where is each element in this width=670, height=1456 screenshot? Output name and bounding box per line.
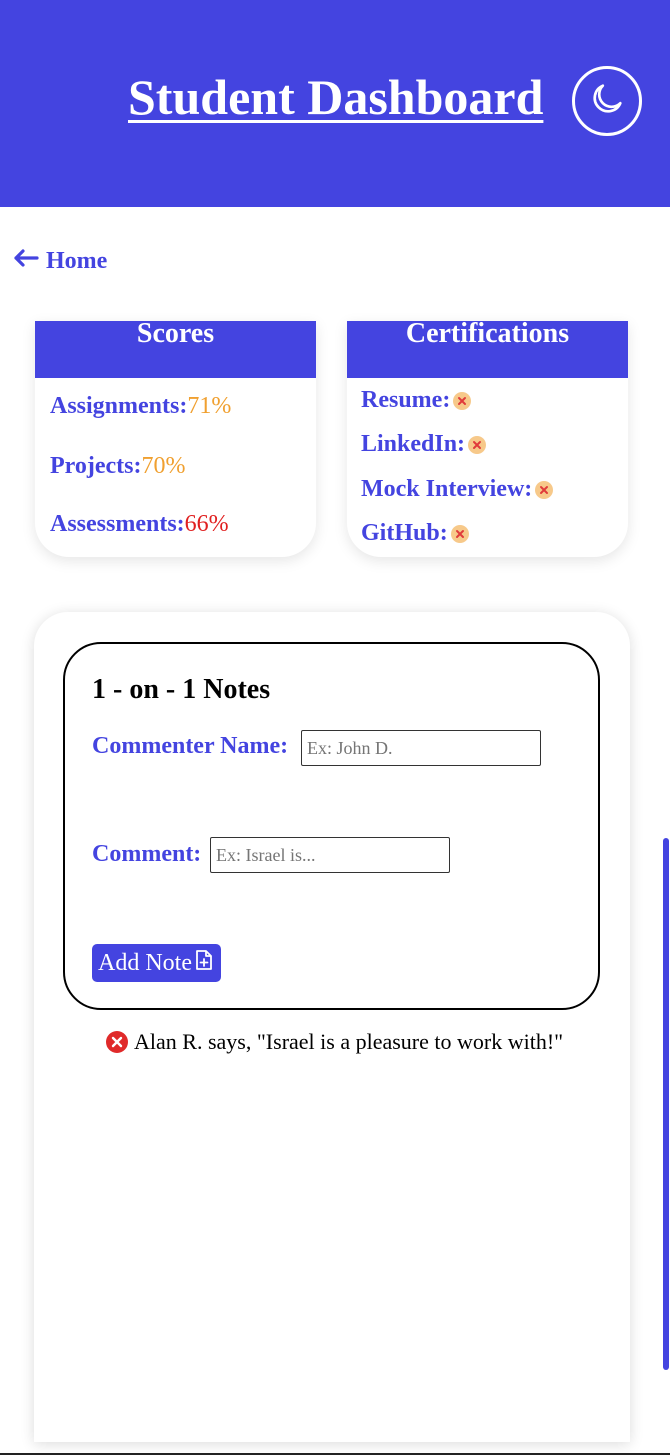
scores-card: Scores Assignments: 71% Projects: 70% As… (35, 321, 316, 557)
commenter-name-label: Commenter Name: (92, 733, 289, 759)
comment-label: Comment: (92, 841, 202, 867)
commenter-name-input[interactable] (301, 730, 541, 766)
score-value: 70% (141, 453, 186, 479)
score-label: Assessments: (50, 511, 185, 537)
x-badge-icon (535, 480, 554, 499)
note-text: Alan R. says, "Israel is a pleasure to w… (134, 1029, 564, 1054)
x-badge-icon (450, 524, 469, 543)
comment-input[interactable] (210, 837, 450, 873)
score-value: 66% (184, 511, 229, 537)
notes-title: 1 - on - 1 Notes (92, 674, 271, 705)
scores-title: Scores (35, 321, 316, 378)
cert-label: LinkedIn: (361, 431, 466, 457)
cert-github: GitHub: (361, 520, 469, 547)
moon-icon (587, 79, 627, 124)
cert-label: Resume: (361, 387, 451, 413)
arrow-left-icon (12, 248, 40, 275)
x-badge-icon (468, 435, 487, 454)
score-projects: Projects: 70% (50, 453, 186, 480)
certifications-card: Certifications Resume: LinkedIn: Mock In… (347, 321, 628, 557)
score-assignments: Assignments: 71% (50, 393, 231, 420)
file-plus-icon (195, 949, 213, 978)
score-label: Assignments: (50, 393, 188, 419)
theme-toggle-button[interactable] (572, 66, 642, 136)
add-note-label: Add Note (98, 949, 192, 976)
header-bar: Student Dashboard (0, 0, 670, 207)
notes-panel: 1 - on - 1 Notes Commenter Name: Comment… (34, 612, 630, 1442)
cert-label: GitHub: (361, 520, 448, 546)
add-note-button[interactable]: Add Note (92, 944, 221, 982)
home-label: Home (46, 248, 108, 274)
certifications-title: Certifications (347, 321, 628, 378)
page-title: Student Dashboard (128, 69, 544, 125)
home-link[interactable]: Home (12, 248, 107, 275)
cert-label: Mock Interview: (361, 476, 533, 502)
score-label: Projects: (50, 453, 142, 479)
scrollbar[interactable] (663, 838, 669, 1370)
score-value: 71% (187, 393, 232, 419)
x-circle-icon[interactable] (106, 1031, 128, 1053)
cert-mock-interview: Mock Interview: (361, 476, 554, 503)
score-assessments: Assessments: 66% (50, 511, 229, 538)
cert-resume: Resume: (361, 387, 472, 414)
cert-linkedin: LinkedIn: (361, 431, 487, 458)
note-entry: Alan R. says, "Israel is a pleasure to w… (106, 1029, 563, 1055)
bottom-divider (0, 1453, 670, 1455)
x-badge-icon (453, 391, 472, 410)
notes-form: 1 - on - 1 Notes Commenter Name: Comment… (63, 642, 600, 1010)
